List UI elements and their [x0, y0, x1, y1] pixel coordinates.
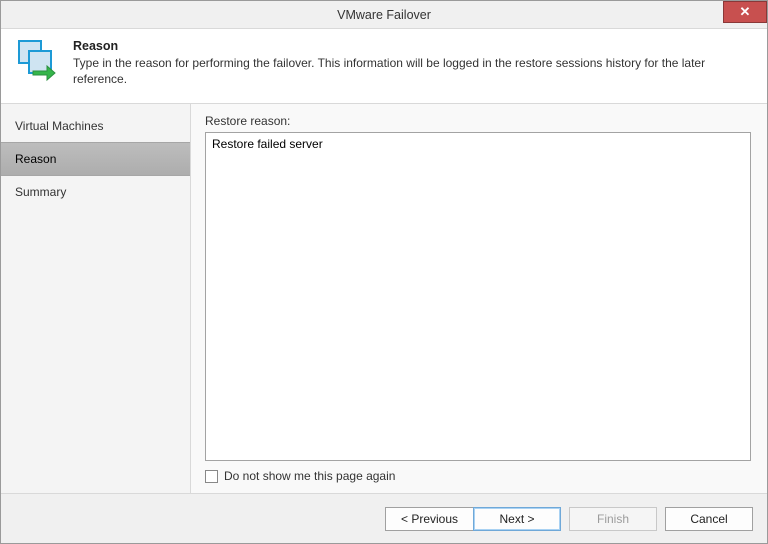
sidebar-item-reason[interactable]: Reason — [1, 142, 190, 176]
header-description: Type in the reason for performing the fa… — [73, 55, 753, 87]
nav-button-group: < Previous Next > — [385, 507, 561, 531]
finish-button-label: Finish — [597, 512, 629, 526]
dont-show-again-label: Do not show me this page again — [224, 469, 395, 483]
sidebar-item-label: Virtual Machines — [15, 119, 104, 133]
wizard-footer: < Previous Next > Finish Cancel — [1, 493, 767, 543]
wizard-header: Reason Type in the reason for performing… — [1, 29, 767, 103]
previous-button[interactable]: < Previous — [385, 507, 473, 531]
sidebar-item-summary[interactable]: Summary — [1, 176, 190, 208]
close-button[interactable]: ✕ — [723, 1, 767, 23]
finish-button: Finish — [569, 507, 657, 531]
sidebar-item-label: Summary — [15, 185, 66, 199]
reason-label: Restore reason: — [205, 114, 751, 128]
next-button[interactable]: Next > — [473, 507, 561, 531]
failover-icon — [15, 39, 61, 85]
sidebar-item-virtual-machines[interactable]: Virtual Machines — [1, 110, 190, 142]
header-text: Reason Type in the reason for performing… — [73, 39, 753, 87]
wizard-sidebar: Virtual Machines Reason Summary — [1, 104, 191, 493]
cancel-button[interactable]: Cancel — [665, 507, 753, 531]
reason-textarea[interactable] — [205, 132, 751, 461]
next-button-label: Next > — [499, 512, 534, 526]
header-title: Reason — [73, 39, 753, 53]
sidebar-item-label: Reason — [15, 152, 56, 166]
close-icon: ✕ — [740, 4, 751, 20]
dont-show-again-checkbox[interactable] — [205, 470, 218, 483]
wizard-window: VMware Failover ✕ Reason Type in the rea… — [0, 0, 768, 544]
wizard-body: Virtual Machines Reason Summary Restore … — [1, 103, 767, 493]
previous-button-label: < Previous — [401, 512, 458, 526]
wizard-main: Restore reason: Do not show me this page… — [191, 104, 767, 493]
window-title: VMware Failover — [1, 8, 767, 22]
dont-show-again-row[interactable]: Do not show me this page again — [205, 469, 751, 483]
cancel-button-label: Cancel — [690, 512, 727, 526]
titlebar: VMware Failover ✕ — [1, 1, 767, 29]
